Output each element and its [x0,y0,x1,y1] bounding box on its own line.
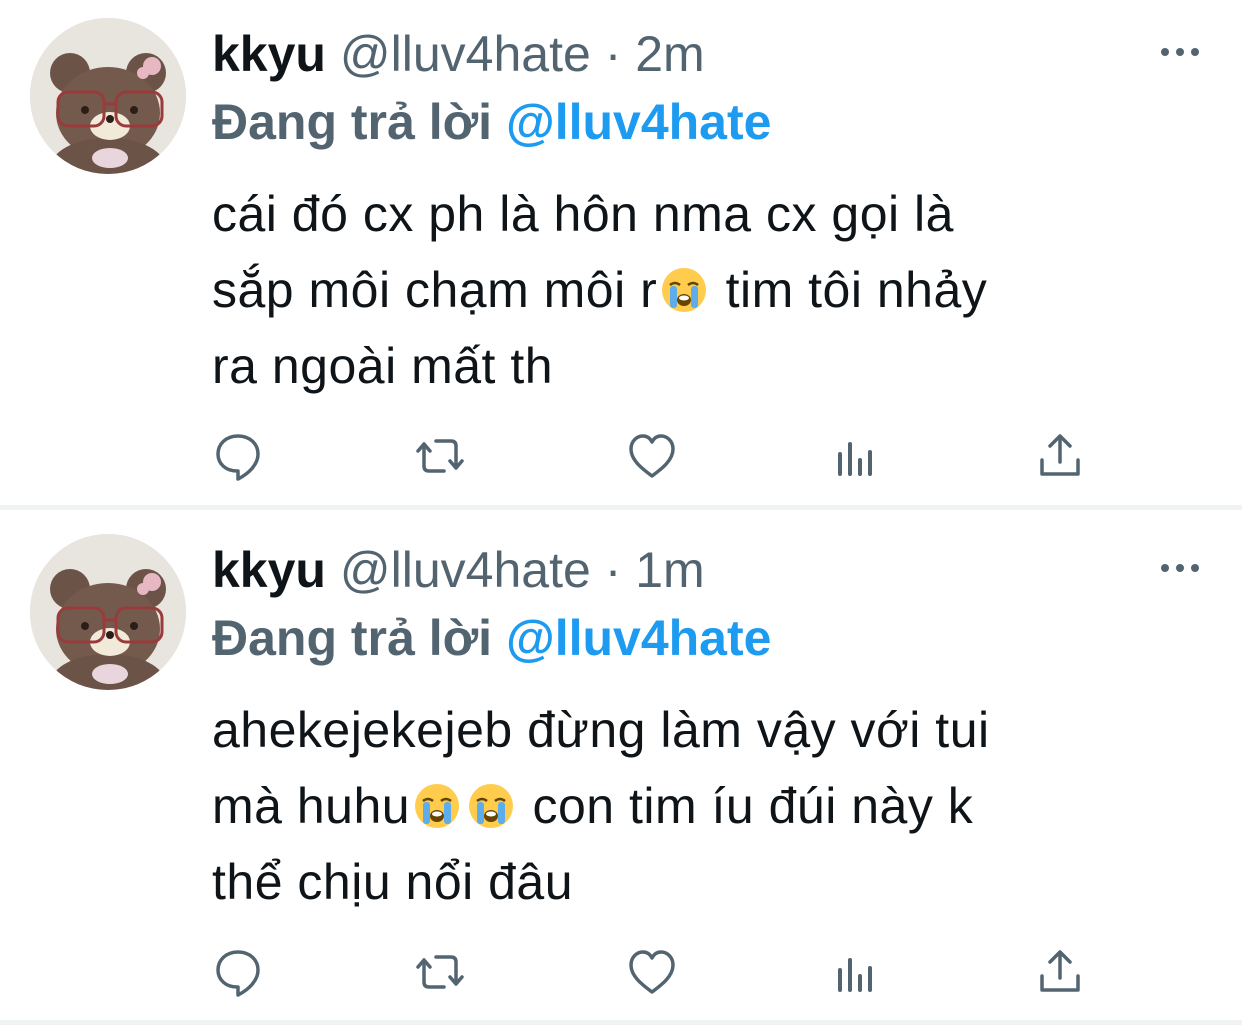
tweet[interactable]: kkyu @lluv4hate · 2m Đang trả lời @lluv4… [0,0,1242,508]
reply-icon[interactable] [212,430,264,482]
divider [0,1020,1242,1025]
tweet-actions [0,946,1242,1002]
separator-dot: · [604,542,622,598]
tweet-text-segment: tim tôi nhảy [711,262,988,318]
replying-to: Đang trả lời @lluv4hate [212,608,771,668]
avatar[interactable] [30,534,186,690]
views-icon[interactable] [830,946,882,998]
tweet-header: kkyu @lluv4hate · 2m [212,24,705,84]
loudly-crying-face-icon [415,784,460,828]
tweet[interactable]: kkyu @lluv4hate · 1m Đang trả lời @lluv4… [0,516,1242,1024]
heart-icon[interactable] [626,946,678,998]
user-handle[interactable]: @lluv4hate [340,542,591,598]
tweet-text-line: thể chịu nổi đâu [212,854,574,910]
avatar[interactable] [30,18,186,174]
user-handle[interactable]: @lluv4hate [340,26,591,82]
replying-prefix: Đang trả lời [212,94,493,150]
display-name[interactable]: kkyu [212,542,326,598]
divider [0,505,1242,510]
reply-icon[interactable] [212,946,264,998]
share-icon[interactable] [1034,430,1086,482]
display-name[interactable]: kkyu [212,26,326,82]
tweet-text-line: ahekejekejeb đừng làm vậy với tui [212,702,990,758]
more-horizontal-icon[interactable] [1158,556,1202,580]
replying-handle-link[interactable]: @lluv4hate [506,610,772,666]
tweet-text-line: sắp môi chạm môi r tim tôi nhảy [212,252,1212,328]
loudly-crying-face-icon [662,268,707,312]
share-icon[interactable] [1034,946,1086,998]
views-icon[interactable] [830,430,882,482]
replying-to: Đang trả lời @lluv4hate [212,92,771,152]
loudly-crying-face-icon [469,784,514,828]
tweet-text-line: mà huhu con tim íu đúi này k [212,768,1212,844]
retweet-icon[interactable] [414,946,466,998]
separator-dot: · [604,26,622,82]
timestamp[interactable]: 2m [635,26,704,82]
tweet-text-segment: sắp môi chạm môi r [212,262,658,318]
tweet-actions [0,430,1242,486]
tweet-text-segment: mà huhu [212,778,411,834]
replying-prefix: Đang trả lời [212,610,493,666]
heart-icon[interactable] [626,430,678,482]
tweet-text-line: cái đó cx ph là hôn nma cx gọi là [212,186,954,242]
tweet-text-line: ra ngoài mất th [212,338,554,394]
retweet-icon[interactable] [414,430,466,482]
tweet-text: ahekejekejeb đừng làm vậy với tui mà huh… [212,692,1212,920]
replying-handle-link[interactable]: @lluv4hate [506,94,772,150]
more-horizontal-icon[interactable] [1158,40,1202,64]
tweet-text: cái đó cx ph là hôn nma cx gọi là sắp mô… [212,176,1212,404]
tweet-text-segment: con tim íu đúi này k [518,778,974,834]
tweet-header: kkyu @lluv4hate · 1m [212,540,705,600]
timestamp[interactable]: 1m [635,542,704,598]
